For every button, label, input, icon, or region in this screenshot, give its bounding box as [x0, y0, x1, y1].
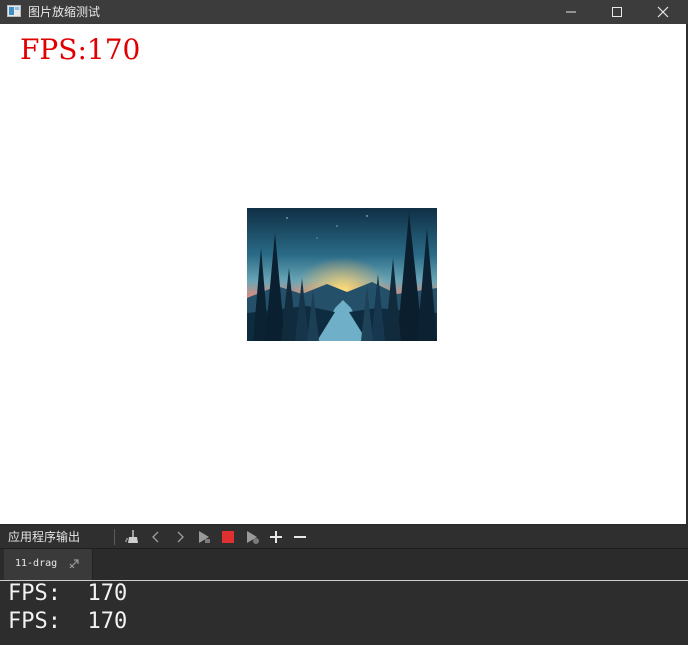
landscape-image[interactable]	[247, 208, 437, 341]
zoom-in-icon	[270, 531, 282, 543]
minimize-icon	[566, 11, 576, 13]
title-bar: 图片放缩测试	[0, 0, 688, 24]
tab-close-icon[interactable]	[68, 558, 80, 570]
stop-icon	[222, 531, 234, 543]
window-icon	[7, 5, 21, 17]
next-button[interactable]	[170, 527, 190, 547]
maximize-icon	[612, 7, 622, 17]
debug-run-icon	[247, 531, 259, 544]
debug-run-button[interactable]	[242, 527, 262, 547]
output-panel-title: 应用程序输出	[8, 530, 81, 544]
output-line: FPS: 170	[8, 581, 128, 606]
zoom-in-button[interactable]	[266, 527, 286, 547]
toolbar-separator	[114, 529, 115, 545]
clear-output-icon	[125, 530, 138, 543]
render-canvas[interactable]: FPS:170	[0, 24, 686, 524]
stop-button[interactable]	[218, 527, 238, 547]
window-title: 图片放缩测试	[28, 5, 101, 19]
minimize-button[interactable]	[548, 0, 594, 24]
output-panel-toolbar: 应用程序输出	[0, 526, 688, 549]
run-button[interactable]	[194, 527, 214, 547]
previous-button[interactable]	[146, 527, 166, 547]
clear-output-button[interactable]	[122, 527, 142, 547]
close-button[interactable]	[640, 0, 686, 24]
output-tab-strip: 11-drag	[0, 549, 688, 581]
maximize-button[interactable]	[594, 0, 640, 24]
fps-overlay-text: FPS:170	[20, 33, 141, 66]
zoom-out-button[interactable]	[290, 527, 310, 547]
next-icon	[177, 531, 184, 543]
output-line: FPS: 170	[8, 609, 128, 634]
tab-11-drag[interactable]: 11-drag	[4, 549, 93, 580]
run-icon	[199, 531, 210, 543]
output-text-area[interactable]: FPS: 170 FPS: 170	[0, 581, 688, 645]
prev-icon	[152, 531, 159, 543]
close-icon	[657, 6, 669, 18]
tab-label: 11-drag	[15, 558, 58, 569]
zoom-out-icon	[294, 536, 306, 538]
